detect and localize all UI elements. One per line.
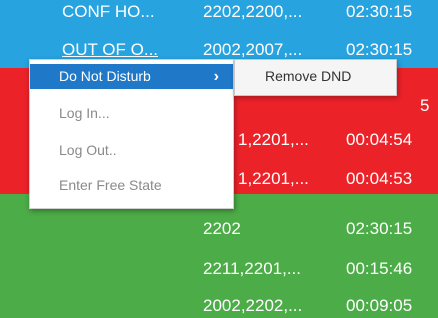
row-status: CONF HO...	[62, 2, 155, 21]
row-codes: 2002,2202,...	[203, 296, 303, 315]
submenu-arrow-icon: ›	[213, 68, 219, 85]
row-codes: 1,2201,...	[238, 169, 309, 188]
row-time: 5	[420, 96, 430, 115]
row-codes: 2211,2201,...	[203, 259, 301, 278]
menu-item-log-in[interactable]: Log In...	[30, 101, 233, 126]
row-time: 02:30:15	[346, 40, 413, 59]
grid-row[interactable]: 2002,2202,... 00:09:05	[0, 278, 438, 318]
context-menu: Do Not Disturb › Log In... Log Out.. Ent…	[29, 59, 234, 209]
menu-item-enter-free-state[interactable]: Enter Free State	[30, 173, 233, 198]
menu-item-label: Do Not Disturb	[59, 68, 151, 84]
menu-item-do-not-disturb[interactable]: Do Not Disturb ›	[30, 64, 233, 89]
menu-item-log-out[interactable]: Log Out..	[30, 138, 233, 163]
submenu-item-remove-dnd[interactable]: Remove DND	[265, 68, 351, 84]
row-time: 00:04:53	[346, 169, 413, 188]
menu-item-label: Log In...	[59, 105, 110, 121]
grid-row[interactable]: 2211,2201,... 00:15:46	[0, 242, 438, 278]
row-codes: 2202	[203, 219, 241, 238]
row-codes: 1,2201,...	[238, 130, 309, 149]
grid-row[interactable]: CONF HO... 2202,2200,... 02:30:15	[0, 0, 438, 34]
row-time: 02:30:15	[346, 2, 413, 21]
row-codes: 2002,2007,...	[203, 40, 303, 59]
row-codes: 2202,2200,...	[203, 2, 303, 21]
row-time: 00:04:54	[346, 130, 413, 149]
menu-item-label: Log Out..	[59, 142, 117, 158]
row-time: 00:09:05	[346, 296, 413, 315]
row-time: 02:30:15	[346, 219, 413, 238]
row-status: OUT OF O...	[62, 40, 159, 59]
row-time: 00:15:46	[346, 259, 413, 278]
menu-item-label: Enter Free State	[59, 177, 162, 193]
submenu: Remove DND	[234, 59, 397, 96]
